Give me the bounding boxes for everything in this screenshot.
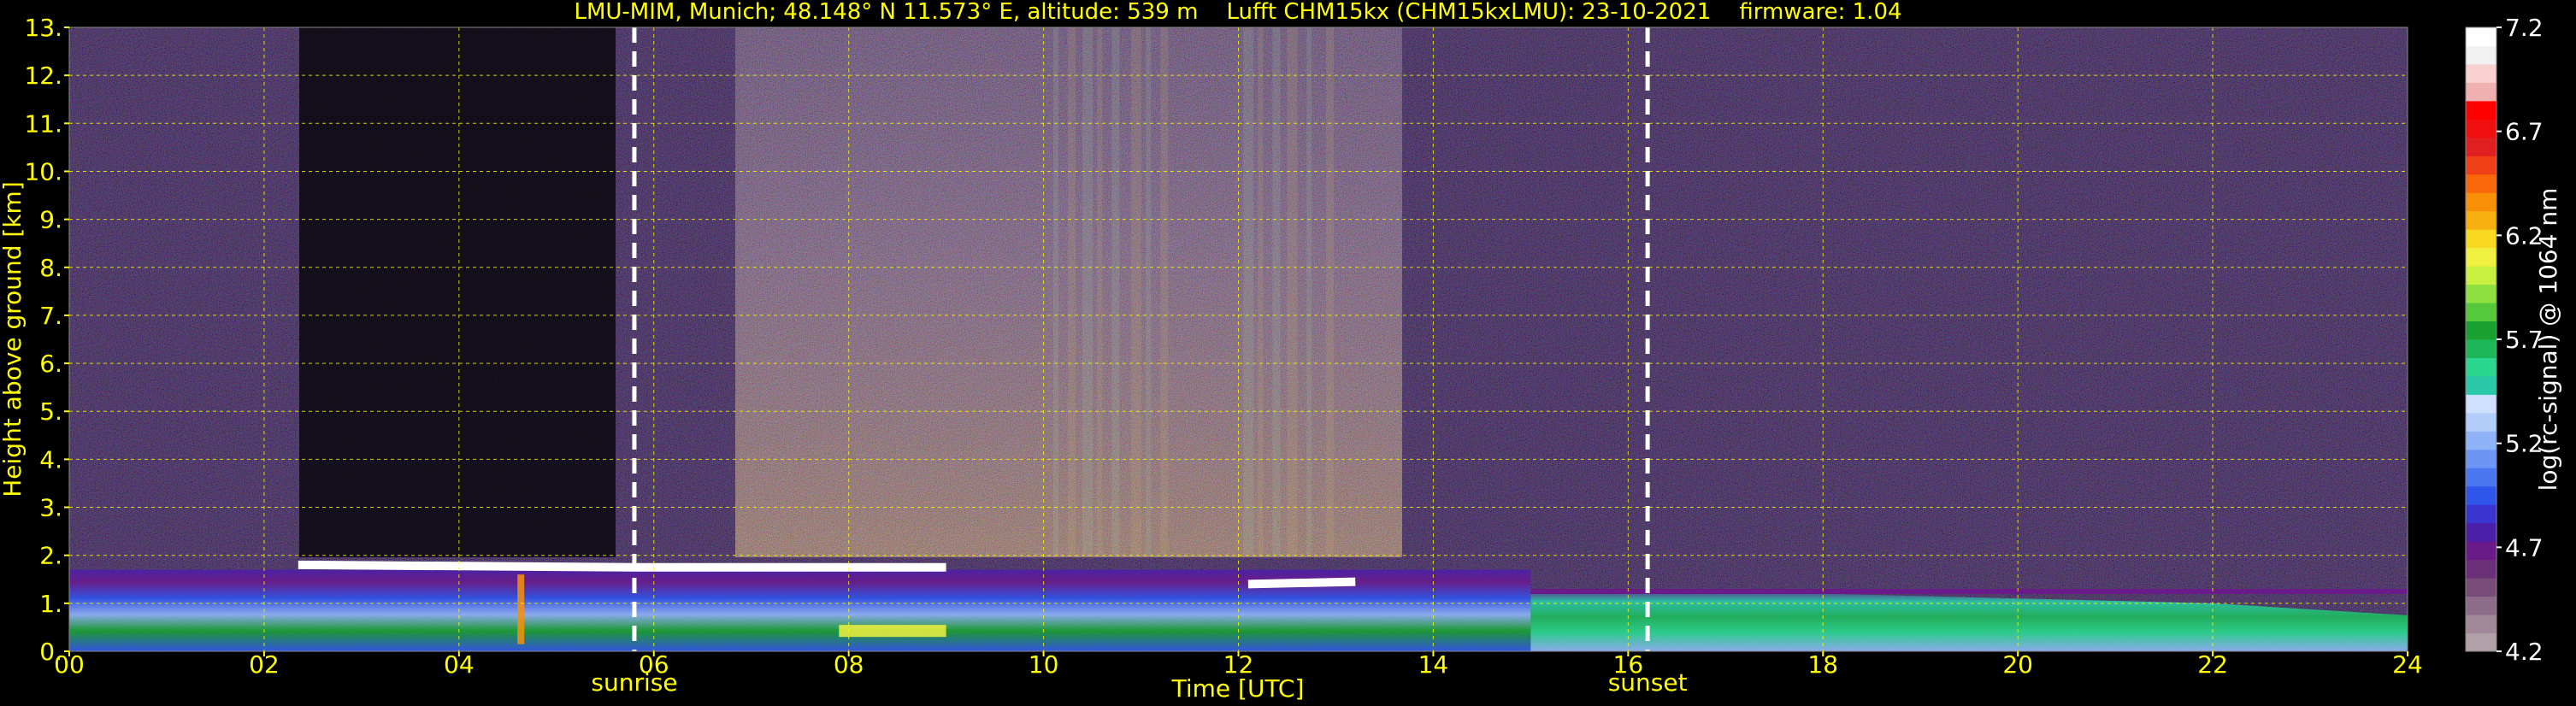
colorbar-segment (2466, 412, 2496, 432)
ceilometer-chart: sunrise sunset 00 02 04 06 08 10 12 14 16 18 20 22 24… (0, 0, 2562, 703)
colorbar-segment (2466, 303, 2496, 322)
colorbar-segment (2466, 284, 2496, 303)
x-tick-label: 04 (444, 650, 475, 679)
colorbar-segment (2466, 339, 2496, 358)
streak (1052, 27, 1058, 556)
colorbar-segment (2466, 174, 2496, 193)
streak (1082, 27, 1093, 556)
streak (1258, 27, 1264, 556)
x-tick-label: 24 (2392, 650, 2423, 679)
colorbar-segment (2466, 522, 2496, 542)
streak (1146, 27, 1152, 556)
colorbar-segment (2466, 449, 2496, 468)
colorbar-label: log(rc-signal) @ 1064 nm (2534, 188, 2562, 491)
colorbar-segment (2466, 27, 2496, 46)
colorbar-tick-label: 6.7 (2505, 118, 2544, 146)
y-tick-label: 1. (39, 590, 62, 618)
layer-top-purple (1530, 589, 2408, 594)
y-tick-label: 9. (39, 206, 62, 234)
colorbar-segment (2466, 357, 2496, 377)
colorbar-segment (2466, 119, 2496, 138)
x-tick-label: 14 (1418, 650, 1449, 679)
plot-area: sunrise sunset (68, 26, 2408, 697)
streak (1243, 27, 1254, 556)
colorbar-segment (2466, 192, 2496, 212)
colorbar-tick-label: 7.2 (2505, 14, 2544, 42)
colorbar-tick-label: 4.2 (2505, 638, 2544, 666)
colorbar-segment (2466, 137, 2496, 156)
x-tick-label: 08 (834, 650, 864, 679)
streak (1111, 27, 1120, 556)
y-tick-label: 7. (39, 302, 62, 330)
streak (1097, 27, 1103, 556)
x-tick-label: 20 (2002, 650, 2033, 679)
y-tick-label: 10. (24, 157, 62, 185)
streak (1326, 27, 1335, 556)
y-tick-label: 2. (39, 542, 62, 570)
y-tick-label: 8. (39, 254, 62, 282)
colorbar-segment (2466, 156, 2496, 175)
colorbar-segment (2466, 210, 2496, 230)
colorbar-segment (2466, 485, 2496, 505)
x-tick-label: 02 (249, 650, 280, 679)
y-tick-label: 6. (39, 350, 62, 378)
x-tick-label: 16 (1613, 650, 1644, 679)
streak (1306, 27, 1312, 556)
colorbar-segment (2466, 266, 2496, 285)
x-tick-label: 06 (639, 650, 669, 679)
colorbar-segment (2466, 247, 2496, 267)
y-tick-label: 12. (24, 62, 62, 90)
colorbar-segment (2466, 578, 2496, 597)
colorbar-segment (2466, 431, 2496, 450)
streak (1131, 27, 1142, 556)
x-axis-label: Time [UTC] (1171, 674, 1305, 703)
x-tick-label: 22 (2197, 650, 2228, 679)
colorbar: 4.24.75.25.76.26.77.2 (2465, 14, 2544, 666)
colorbar-tick-label: 4.7 (2505, 533, 2544, 562)
colorbar-segment (2466, 82, 2496, 102)
streak (1160, 27, 1169, 556)
chart-title: LMU-MIM, Munich; 48.148° N 11.573° E, al… (574, 0, 1901, 25)
colorbar-segment (2466, 559, 2496, 579)
cloud-top-morning (298, 560, 946, 572)
streak (1287, 27, 1298, 556)
colorbar-segment (2466, 541, 2496, 561)
y-axis-label: Height above ground [km] (0, 181, 27, 497)
colorbar-segment (2466, 229, 2496, 249)
colorbar-segment (2466, 375, 2496, 395)
y-tick-label: 5. (39, 397, 62, 426)
colorbar-segment (2466, 632, 2496, 652)
low-layer-yellow (839, 625, 946, 638)
streak (1272, 27, 1281, 556)
colorbar-segment (2466, 100, 2496, 120)
cloud-top-midday (1247, 577, 1356, 589)
y-tick-label: 0. (39, 638, 62, 666)
y-tick-label: 3. (39, 494, 62, 522)
colorbar-segment (2466, 63, 2496, 83)
colorbar-segment (2466, 45, 2496, 65)
x-tick-label: 18 (1807, 650, 1838, 679)
colorbar-segment (2466, 615, 2496, 634)
colorbar-segment (2466, 596, 2496, 615)
y-tick-label: 11. (24, 109, 62, 138)
streak (1068, 27, 1076, 556)
y-axis: 0. 1. 2. 3. 4. 5. 6. 7. 8. 9. 10. 11. 12. 13. (24, 14, 69, 666)
y-tick-label: 4. (39, 445, 62, 474)
quiet-region (299, 27, 616, 557)
colorbar-segment (2466, 394, 2496, 414)
colorbar-segment (2466, 504, 2496, 524)
y-tick-label: 13. (24, 14, 62, 42)
colorbar-segment (2466, 468, 2496, 487)
plume-orange (517, 574, 525, 644)
colorbar-segment (2466, 321, 2496, 340)
x-tick-label: 10 (1029, 650, 1059, 679)
